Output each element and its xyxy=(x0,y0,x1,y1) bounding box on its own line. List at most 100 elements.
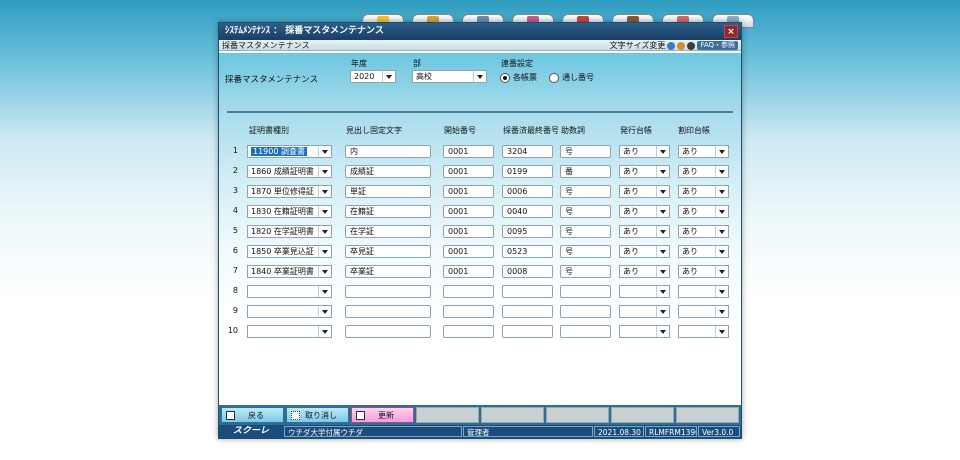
chevron-down-icon[interactable] xyxy=(318,166,331,177)
ledger-select[interactable]: あり xyxy=(619,265,670,278)
suffix-input[interactable]: 号 xyxy=(560,245,611,258)
function-slot-6[interactable] xyxy=(546,407,609,423)
function-slot-8[interactable] xyxy=(676,407,739,423)
start-number-input[interactable]: 0001 xyxy=(443,165,494,178)
last-number-input[interactable]: 0008 xyxy=(502,265,553,278)
fixed-text-input[interactable]: 在学証 xyxy=(345,225,431,238)
fixed-text-input[interactable]: 単証 xyxy=(345,185,431,198)
font-large-icon[interactable] xyxy=(687,41,696,50)
font-medium-icon[interactable] xyxy=(677,41,686,50)
dept-select[interactable]: 高校 xyxy=(412,70,487,83)
chevron-down-icon[interactable] xyxy=(656,306,669,317)
suffix-input[interactable] xyxy=(560,305,611,318)
fixed-text-input[interactable]: 卒業証 xyxy=(345,265,431,278)
suffix-input[interactable]: 号 xyxy=(560,145,611,158)
ledger-select[interactable]: あり xyxy=(619,245,670,258)
chevron-down-icon[interactable] xyxy=(473,71,486,82)
radio-through-number[interactable]: 通し番号 xyxy=(549,72,594,83)
cert-type-select[interactable] xyxy=(247,305,332,318)
cert-type-select[interactable]: 1830 在籍証明書 xyxy=(247,205,332,218)
chevron-down-icon[interactable] xyxy=(715,246,728,257)
start-number-input[interactable]: 0001 xyxy=(443,265,494,278)
seal-select[interactable]: あり xyxy=(678,145,729,158)
chevron-down-icon[interactable] xyxy=(318,286,331,297)
ledger-select[interactable] xyxy=(619,325,670,338)
cert-type-select[interactable]: 1840 卒業証明書 xyxy=(247,265,332,278)
suffix-input[interactable]: 号 xyxy=(560,205,611,218)
fixed-text-input[interactable]: 在籍証 xyxy=(345,205,431,218)
function-slot-5[interactable] xyxy=(481,407,544,423)
chevron-down-icon[interactable] xyxy=(656,206,669,217)
chevron-down-icon[interactable] xyxy=(318,226,331,237)
fixed-text-input[interactable] xyxy=(345,305,431,318)
year-select[interactable]: 2020 xyxy=(350,70,396,83)
start-number-input[interactable]: 0001 xyxy=(443,245,494,258)
chevron-down-icon[interactable] xyxy=(656,286,669,297)
chevron-down-icon[interactable] xyxy=(656,146,669,157)
chevron-down-icon[interactable] xyxy=(318,306,331,317)
seal-select[interactable] xyxy=(678,325,729,338)
last-number-input[interactable] xyxy=(502,325,553,338)
chevron-down-icon[interactable] xyxy=(656,246,669,257)
fixed-text-input[interactable] xyxy=(345,285,431,298)
cert-type-select[interactable]: 1850 卒業見込証 xyxy=(247,245,332,258)
cancel-button[interactable]: 取り消し xyxy=(286,407,349,423)
faq-button[interactable]: FAQ・参照 xyxy=(697,41,738,50)
ledger-select[interactable] xyxy=(619,285,670,298)
chevron-down-icon[interactable] xyxy=(318,266,331,277)
fixed-text-input[interactable] xyxy=(345,325,431,338)
start-number-input[interactable] xyxy=(443,325,494,338)
start-number-input[interactable]: 0001 xyxy=(443,225,494,238)
suffix-input[interactable]: 番 xyxy=(560,165,611,178)
chevron-down-icon[interactable] xyxy=(656,166,669,177)
suffix-input[interactable] xyxy=(560,285,611,298)
fixed-text-input[interactable]: 成績証 xyxy=(345,165,431,178)
last-number-input[interactable]: 0095 xyxy=(502,225,553,238)
seal-select[interactable]: あり xyxy=(678,265,729,278)
seal-select[interactable]: あり xyxy=(678,165,729,178)
seal-select[interactable]: あり xyxy=(678,185,729,198)
chevron-down-icon[interactable] xyxy=(715,286,728,297)
suffix-input[interactable]: 号 xyxy=(560,265,611,278)
ledger-select[interactable]: あり xyxy=(619,225,670,238)
ledger-select[interactable]: あり xyxy=(619,185,670,198)
chevron-down-icon[interactable] xyxy=(656,266,669,277)
font-small-icon[interactable] xyxy=(667,41,676,50)
cert-type-select[interactable] xyxy=(247,325,332,338)
fixed-text-input[interactable]: 卒見証 xyxy=(345,245,431,258)
start-number-input[interactable] xyxy=(443,285,494,298)
seal-select[interactable]: あり xyxy=(678,205,729,218)
suffix-input[interactable]: 号 xyxy=(560,185,611,198)
chevron-down-icon[interactable] xyxy=(656,186,669,197)
ledger-select[interactable] xyxy=(619,305,670,318)
start-number-input[interactable] xyxy=(443,305,494,318)
chevron-down-icon[interactable] xyxy=(656,226,669,237)
suffix-input[interactable] xyxy=(560,325,611,338)
chevron-down-icon[interactable] xyxy=(382,71,395,82)
ledger-select[interactable]: あり xyxy=(619,145,670,158)
cert-type-select[interactable]: 1860 成績証明書 xyxy=(247,165,332,178)
update-button[interactable]: 更新 xyxy=(351,407,414,423)
chevron-down-icon[interactable] xyxy=(318,186,331,197)
fixed-text-input[interactable]: 内 xyxy=(345,145,431,158)
function-slot-4[interactable] xyxy=(416,407,479,423)
cert-type-select[interactable]: 11900 調査書 xyxy=(247,145,332,158)
chevron-down-icon[interactable] xyxy=(715,226,728,237)
chevron-down-icon[interactable] xyxy=(715,206,728,217)
seal-select[interactable]: あり xyxy=(678,245,729,258)
ledger-select[interactable]: あり xyxy=(619,165,670,178)
seal-select[interactable] xyxy=(678,285,729,298)
last-number-input[interactable]: 3204 xyxy=(502,145,553,158)
chevron-down-icon[interactable] xyxy=(318,326,331,337)
back-button[interactable]: 戻る xyxy=(221,407,284,423)
last-number-input[interactable] xyxy=(502,285,553,298)
chevron-down-icon[interactable] xyxy=(715,186,728,197)
start-number-input[interactable]: 0001 xyxy=(443,205,494,218)
last-number-input[interactable]: 0040 xyxy=(502,205,553,218)
start-number-input[interactable]: 0001 xyxy=(443,185,494,198)
chevron-down-icon[interactable] xyxy=(715,306,728,317)
last-number-input[interactable]: 0006 xyxy=(502,185,553,198)
cert-type-select[interactable] xyxy=(247,285,332,298)
seal-select[interactable] xyxy=(678,305,729,318)
cert-type-select[interactable]: 1870 単位修得証 xyxy=(247,185,332,198)
